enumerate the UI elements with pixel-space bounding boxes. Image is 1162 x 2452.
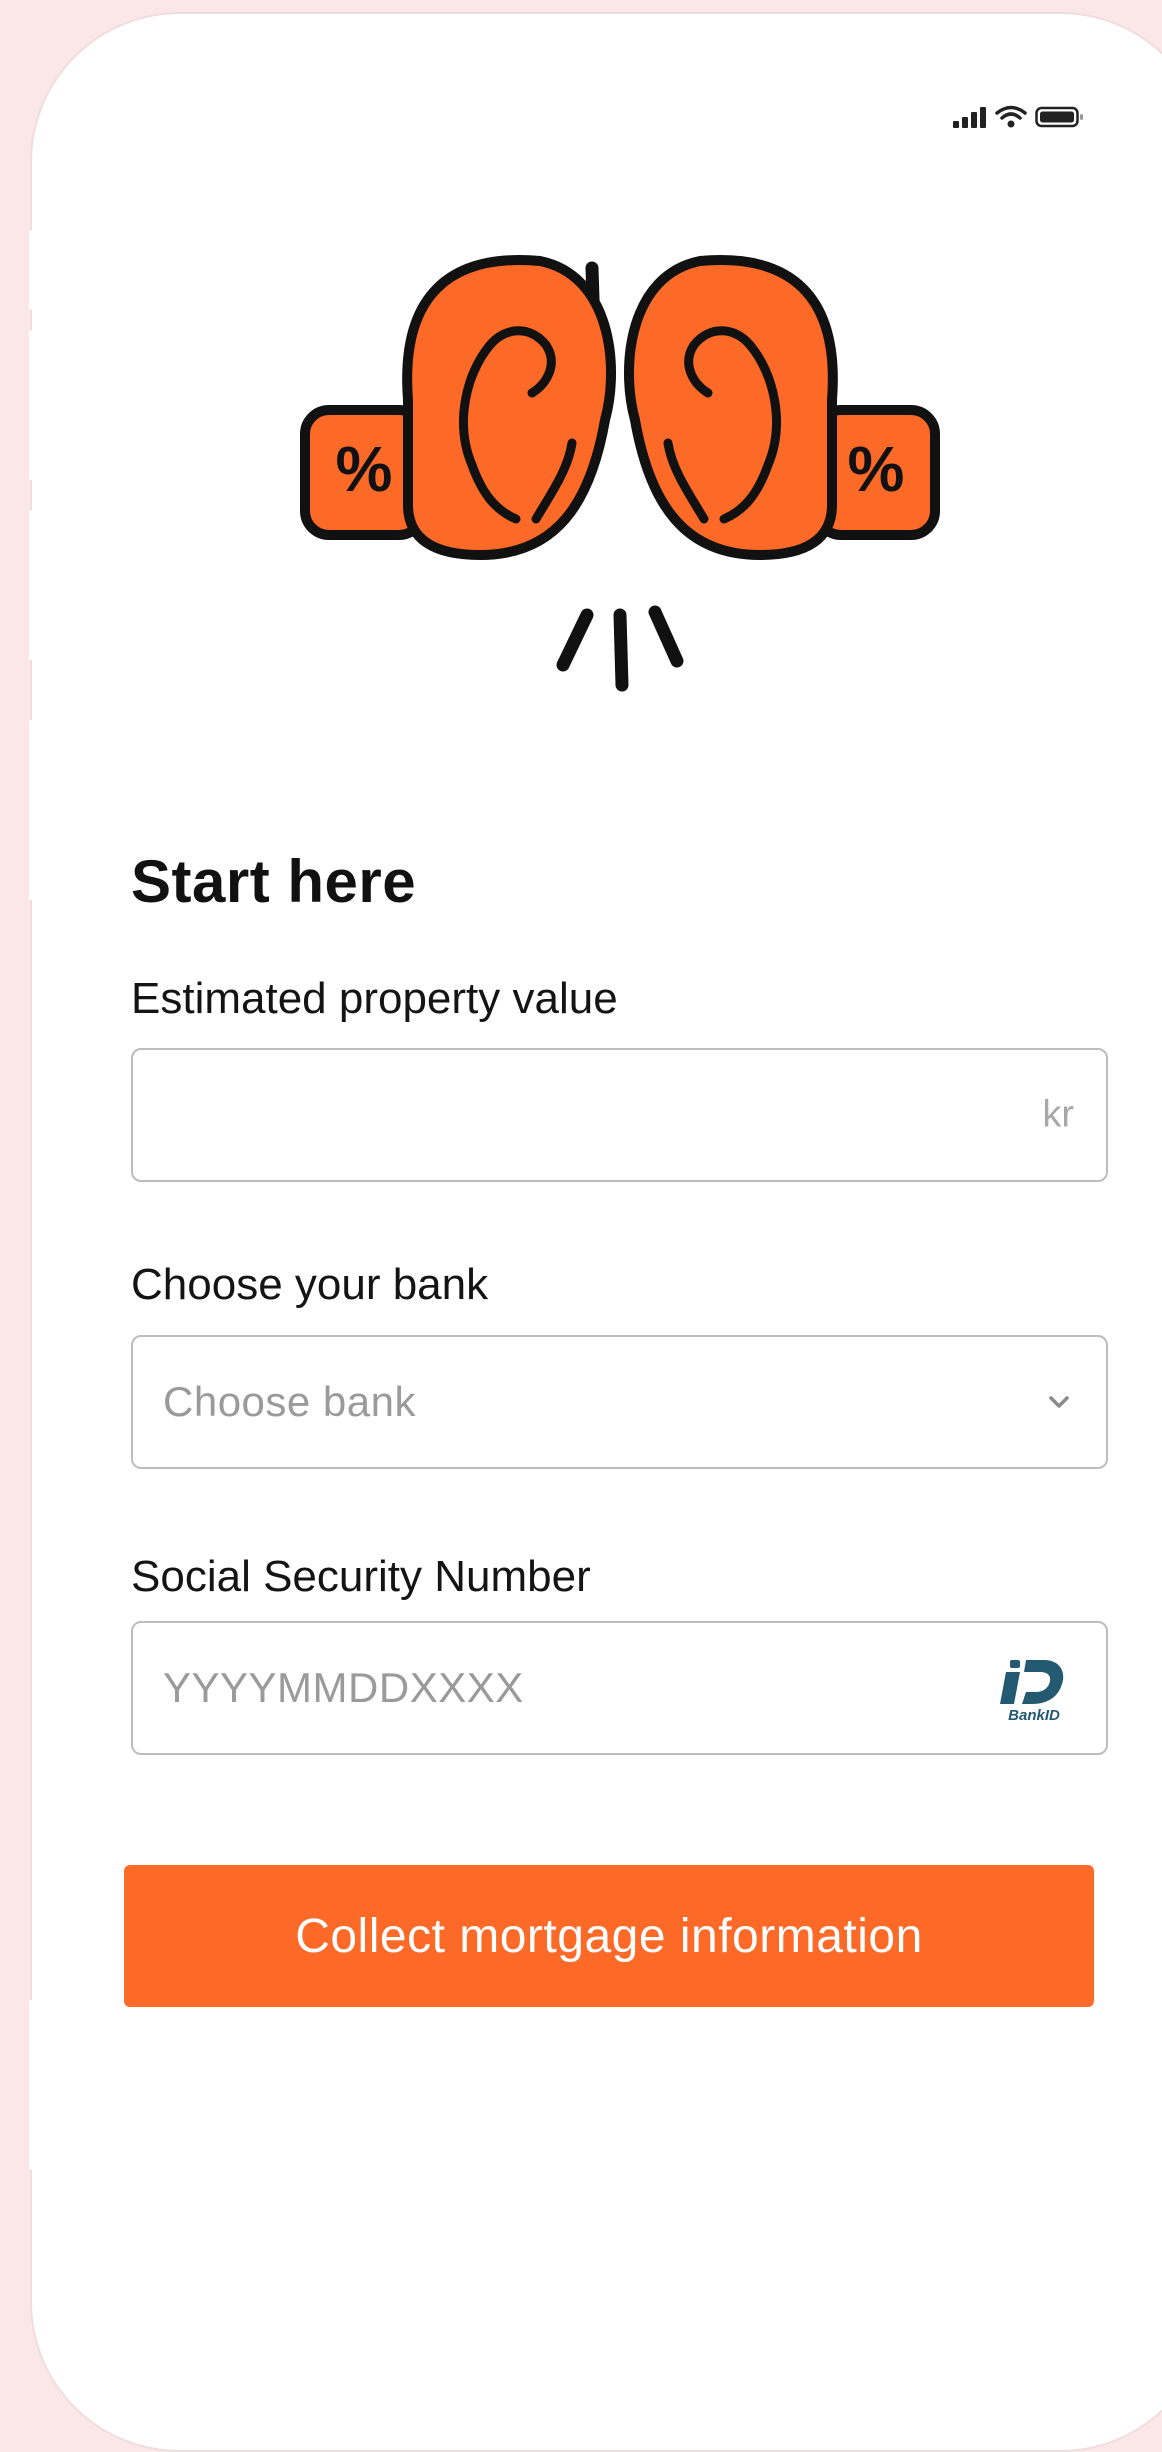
ssn-label: Social Security Number [131,1552,591,1601]
property-value-field[interactable]: kr [131,1048,1108,1182]
bankid-icon: BankID [1000,1660,1064,1724]
bank-label: Choose your bank [131,1260,489,1309]
property-value-label: Estimated property value [131,974,618,1023]
bankid-text: BankID [1008,1707,1060,1724]
chevron-down-icon[interactable] [1048,1395,1070,1409]
phone-side-button [29,720,34,900]
page-title: Start here [131,848,417,915]
bank-select-placeholder: Choose bank [163,1378,417,1425]
phone-side-button [29,510,34,660]
phone-side-button [29,2000,34,2170]
glove-mark-right: % [848,433,905,505]
collect-mortgage-button[interactable]: Collect mortgage information [124,1865,1094,2007]
phone-side-button [29,230,34,310]
boxing-gloves-icon: % % [300,255,940,692]
status-bar [953,105,1085,129]
ssn-input[interactable]: YYYYMMDDXXXX [163,1664,524,1712]
currency-suffix: kr [1042,1093,1074,1136]
wifi-icon [995,105,1027,128]
bank-select[interactable]: Choose bank [131,1335,1108,1469]
ssn-field[interactable]: YYYYMMDDXXXX BankID [131,1621,1108,1755]
signal-bars-icon [953,107,986,128]
glove-mark-left: % [336,433,393,505]
phone-side-button [29,330,34,480]
battery-icon [1035,106,1083,128]
